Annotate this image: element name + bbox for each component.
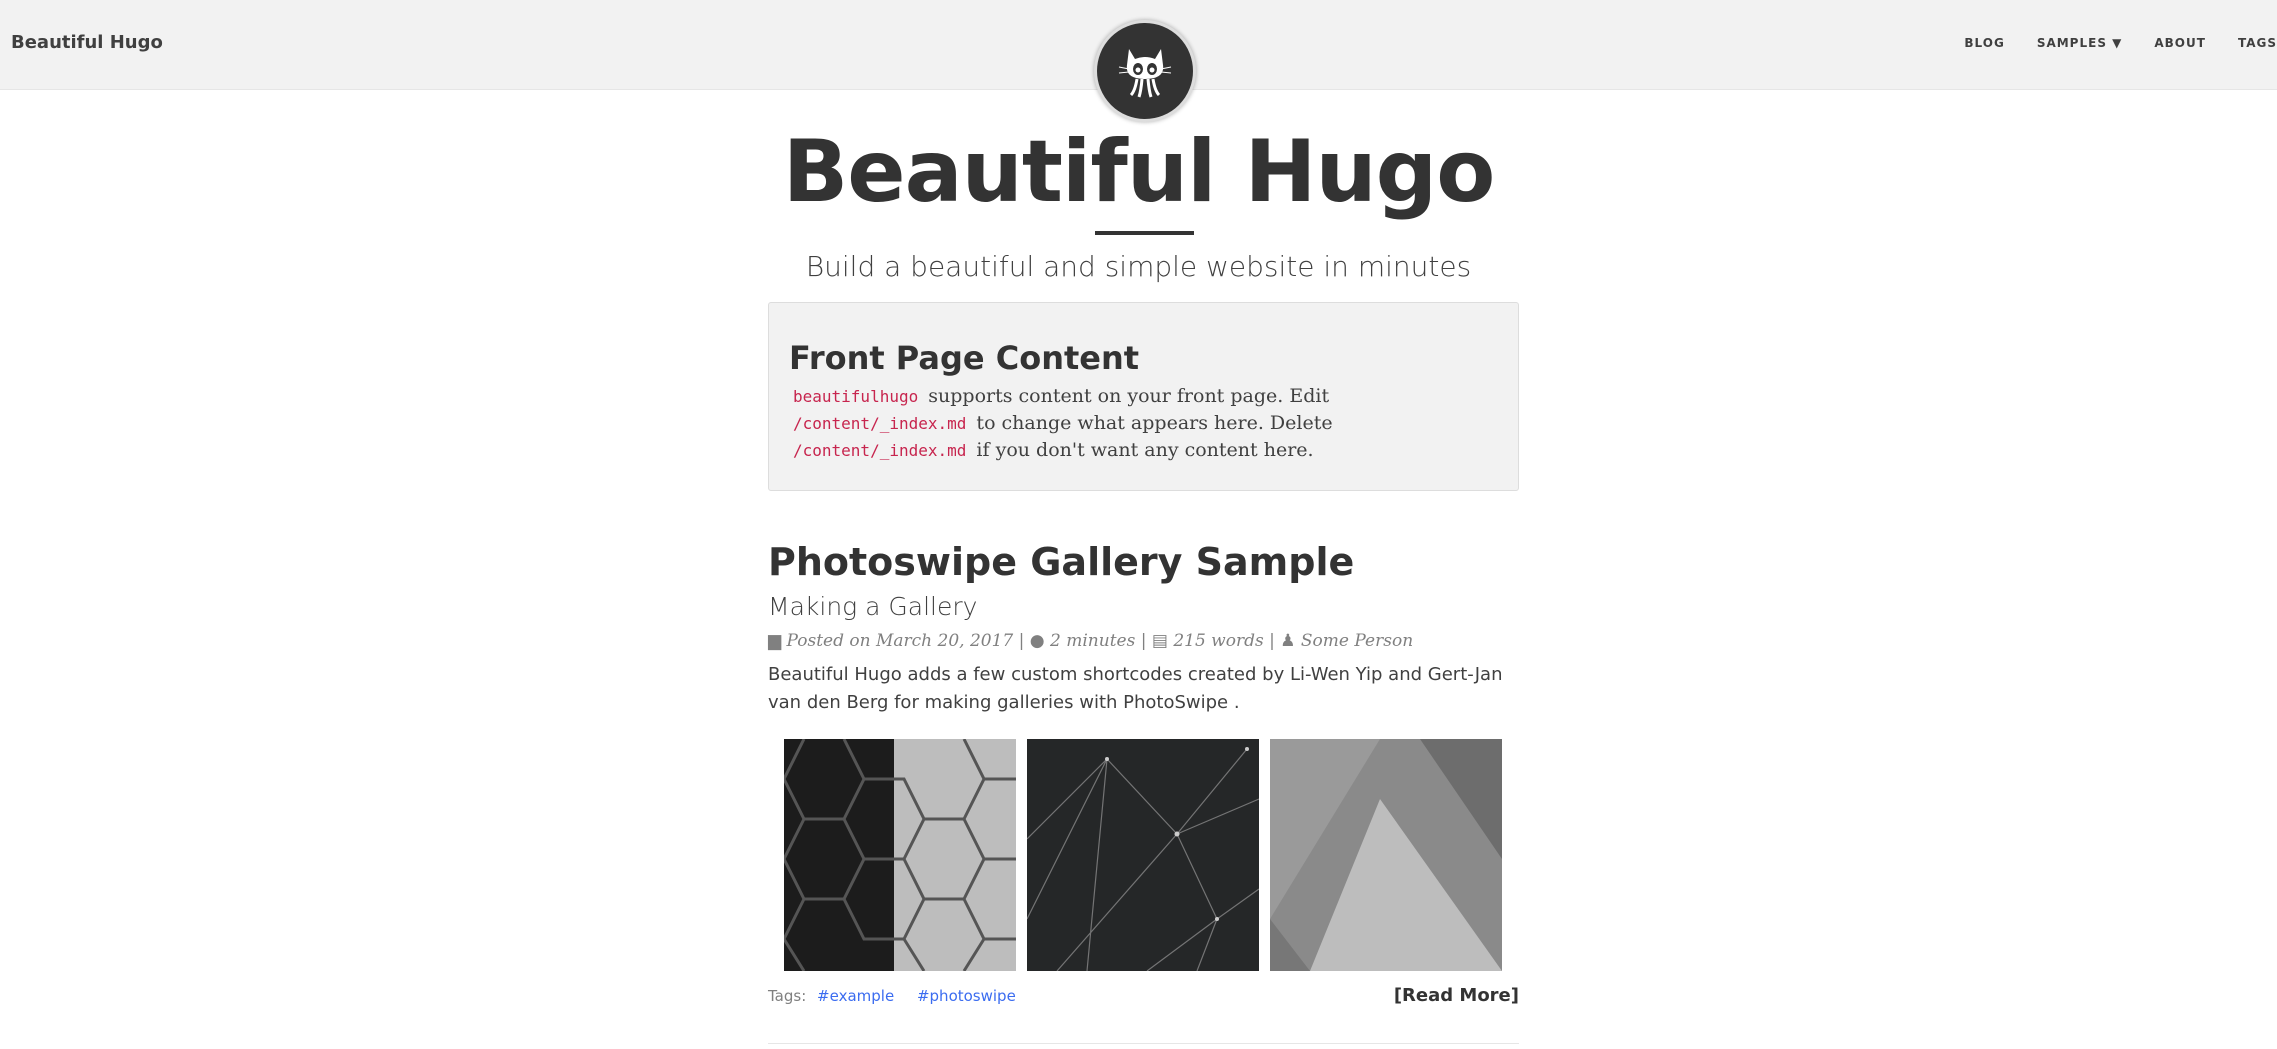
tags-label: Tags: [768, 987, 807, 1005]
gallery-image-hexagons[interactable] [784, 739, 1016, 971]
post-title[interactable]: Photoswipe Gallery Sample [768, 540, 1519, 584]
front-text: beautifulhugo supports content on your f… [789, 383, 1498, 464]
post-subtitle: Making a Gallery [768, 592, 978, 621]
calendar-icon: ▆ [768, 631, 782, 651]
code: /content/_index.md [793, 414, 967, 433]
octocat-icon [1118, 49, 1172, 98]
text: supports content on your front page. Edi… [922, 385, 1330, 407]
post-date: Posted on March 20, 2017 [786, 631, 1014, 651]
book-icon: ▤ [1151, 631, 1168, 651]
text: if you don't want any content here. [970, 439, 1314, 461]
gallery [784, 739, 1502, 971]
title-underline [1095, 231, 1194, 235]
text: to change what appears here. Delete [970, 412, 1333, 434]
user-icon: ♟ [1280, 631, 1296, 651]
post-tags: Tags: #example #photoswipe [768, 987, 1028, 1005]
nav-blog[interactable]: BLOG [1964, 36, 2004, 50]
site-title: Beautiful Hugo [782, 122, 1496, 222]
read-more-link[interactable]: [Read More] [1394, 985, 1519, 1006]
post-author: Some Person [1300, 631, 1414, 651]
word-count: 215 words [1173, 631, 1264, 651]
nav-samples-dropdown[interactable]: SAMPLES ▼ [2037, 36, 2123, 50]
tag-link[interactable]: #example [817, 987, 894, 1005]
nav-tags[interactable]: TAGS [2238, 36, 2277, 50]
post-excerpt: Beautiful Hugo adds a few custom shortco… [768, 664, 1503, 713]
nav-links: BLOG SAMPLES ▼ ABOUT TAGS [1932, 36, 2277, 50]
post-preview: Photoswipe Gallery Sample Making a Galle… [768, 540, 1519, 717]
site-subtitle: Build a beautiful and simple website in … [805, 250, 1472, 283]
post-divider [768, 1043, 1519, 1044]
front-page-content: Front Page Content beautifulhugo support… [768, 302, 1519, 491]
code: /content/_index.md [793, 441, 967, 460]
clock-icon: ● [1029, 631, 1045, 651]
gallery-image-triangles[interactable] [1270, 739, 1502, 971]
avatar-logo[interactable] [1094, 20, 1196, 122]
code: beautifulhugo [793, 387, 919, 406]
brand-link[interactable]: Beautiful Hugo [11, 32, 163, 53]
gallery-image-network[interactable] [1027, 739, 1259, 971]
post-meta: ▆ Posted on March 20, 2017 | ● 2 minutes… [768, 631, 1414, 651]
nav-about[interactable]: ABOUT [2154, 36, 2206, 50]
front-heading: Front Page Content [789, 339, 1140, 377]
tag-link[interactable]: #photoswipe [917, 987, 1016, 1005]
reading-time: 2 minutes [1050, 631, 1136, 651]
